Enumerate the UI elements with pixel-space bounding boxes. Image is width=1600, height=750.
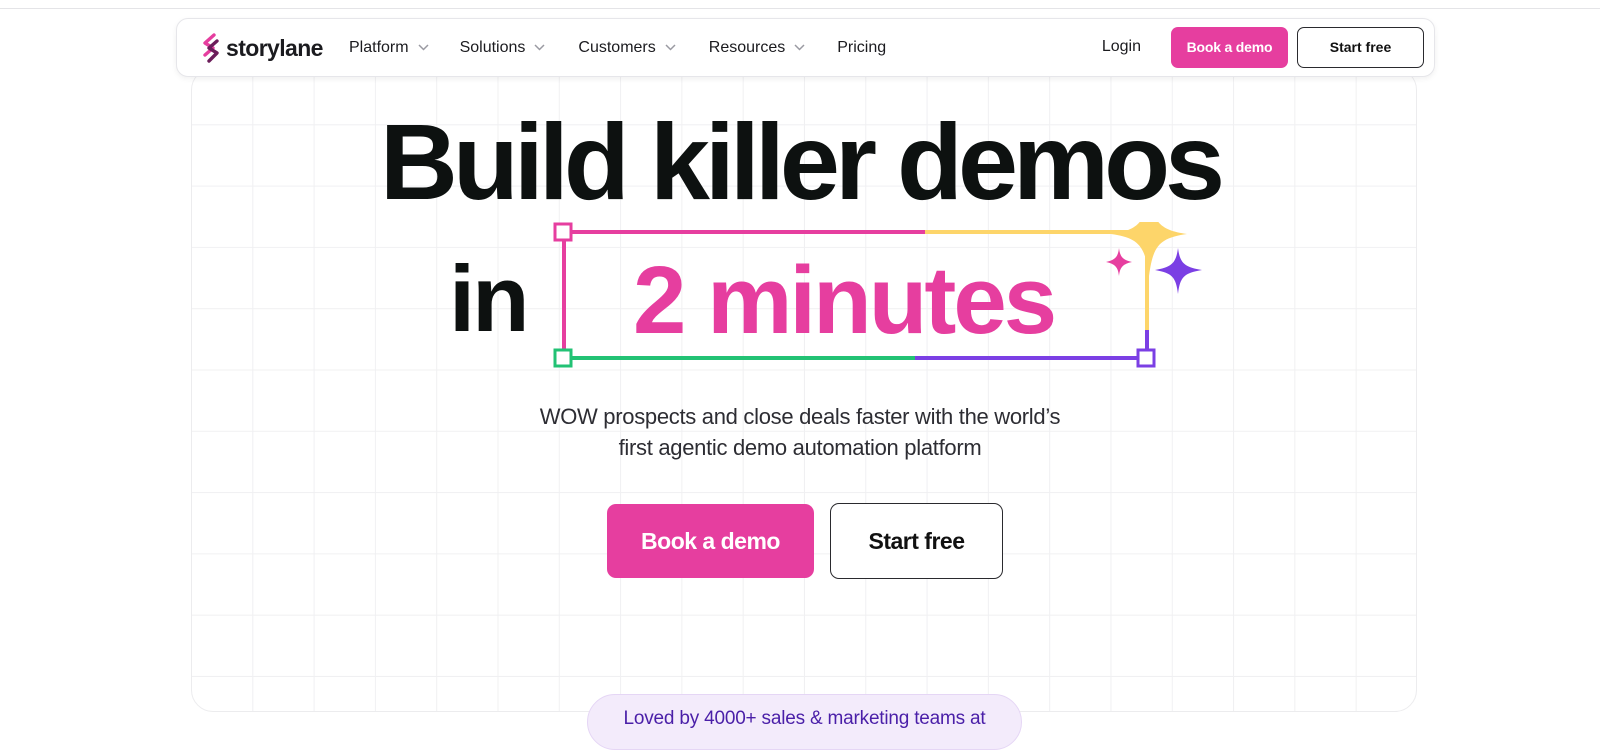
corner-handle-top-left	[553, 222, 573, 242]
sparkle-purple-icon	[1155, 248, 1202, 294]
chevron-down-icon	[418, 44, 429, 51]
storylane-logo-icon	[203, 33, 219, 63]
logo-text: storylane	[226, 34, 323, 61]
chevron-down-icon	[534, 44, 545, 51]
nav-item-label: Customers	[578, 38, 656, 56]
hero-headline: Build killer demos	[379, 101, 1225, 222]
nav-item-label: Pricing	[837, 38, 887, 56]
nav-book-demo-button[interactable]: Book a demo	[1171, 26, 1288, 68]
social-proof-pill: Loved by 4000+ sales & marketing teams a…	[587, 694, 1022, 750]
nav-item-platform[interactable]: Platform	[349, 39, 429, 57]
logo[interactable]: storylane	[201, 33, 323, 63]
chevron-down-icon	[665, 44, 676, 51]
nav-item-customers[interactable]: Customers	[578, 38, 676, 57]
nav-actions: Login Book a demo Start free	[1102, 26, 1424, 68]
nav-item-pricing[interactable]: Pricing	[837, 39, 886, 57]
login-link[interactable]: Login	[1102, 38, 1141, 56]
nav-item-resources[interactable]: Resources	[709, 39, 805, 57]
nav-item-solutions[interactable]: Solutions	[460, 39, 546, 57]
hero-subtitle: WOW prospects and close deals faster wit…	[400, 401, 1200, 463]
navbar: storylane Platform Solutions Customers R…	[176, 18, 1435, 77]
nav-item-label: Solutions	[459, 38, 526, 56]
highlight-frame: 2 minutes	[547, 222, 1207, 382]
hero-book-demo-button[interactable]: Book a demo	[607, 504, 814, 578]
chevron-down-icon	[794, 44, 805, 51]
corner-handle-bottom-left	[553, 348, 573, 368]
subtitle-line-1: WOW prospects and close deals faster wit…	[539, 404, 1061, 429]
hero-headline-in: in	[449, 246, 530, 351]
hero-start-free-button[interactable]: Start free	[830, 503, 1003, 579]
hero-highlight-text: 2 minutes	[633, 247, 1057, 354]
nav-menu: Platform Solutions Customers Resources P…	[349, 19, 886, 76]
sparkle-pink-icon	[1106, 248, 1132, 276]
nav-start-free-button[interactable]: Start free	[1297, 26, 1424, 68]
corner-handle-bottom-right	[1136, 348, 1156, 368]
top-divider	[0, 8, 1600, 9]
subtitle-line-2: first agentic demo automation platform	[618, 435, 982, 460]
hero-cta-row: Book a demo Start free	[607, 503, 1003, 579]
nav-item-label: Resources	[708, 38, 786, 56]
nav-item-label: Platform	[349, 38, 409, 56]
